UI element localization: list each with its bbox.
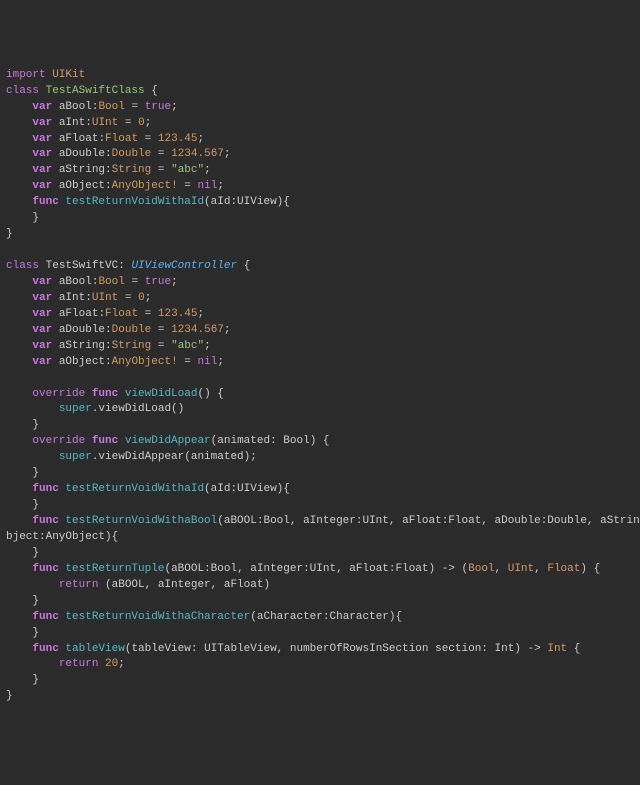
method-name: testReturnVoidWithaCharacter bbox=[65, 611, 250, 623]
import-keyword: import bbox=[6, 69, 46, 81]
superclass-name: UIViewController bbox=[131, 260, 237, 272]
import-module: UIKit bbox=[52, 69, 85, 81]
code-block: import UIKit class TestASwiftClass { var… bbox=[6, 68, 634, 706]
method-name: testReturnVoidWithaId bbox=[65, 196, 204, 208]
method-name: viewDidAppear bbox=[125, 435, 211, 447]
method-name: testReturnVoidWithaId bbox=[65, 483, 204, 495]
class-keyword: class bbox=[6, 85, 39, 97]
method-name: tableView bbox=[65, 643, 124, 655]
method-name: testReturnVoidWithaBool bbox=[65, 515, 217, 527]
class-name: TestSwiftVC bbox=[46, 260, 119, 272]
class-name: TestASwiftClass bbox=[46, 85, 145, 97]
method-name: testReturnTuple bbox=[65, 563, 164, 575]
method-name: viewDidLoad bbox=[125, 388, 198, 400]
